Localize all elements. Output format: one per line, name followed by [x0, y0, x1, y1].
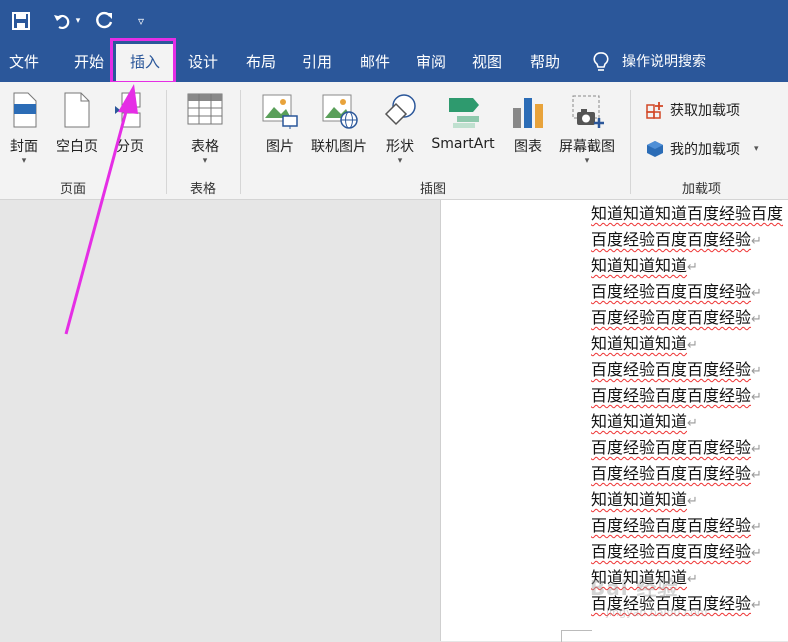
annotation-arrow — [64, 84, 138, 335]
